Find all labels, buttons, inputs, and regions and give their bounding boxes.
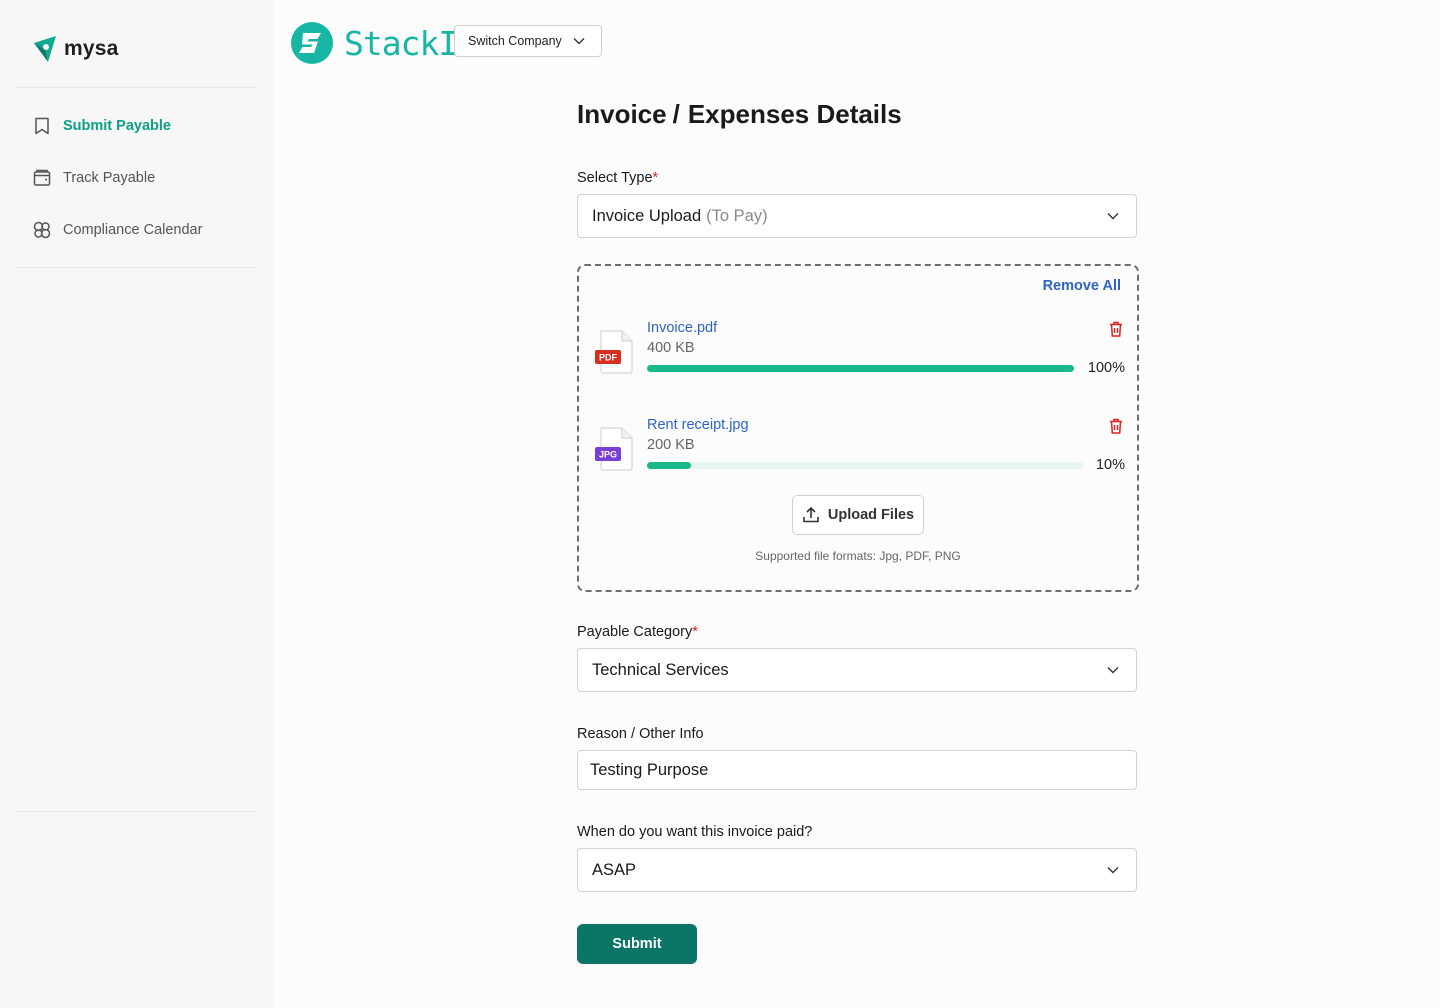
chevron-down-icon: [1107, 213, 1119, 220]
mysa-logo-icon: [34, 36, 56, 62]
svg-text:JPG: JPG: [599, 450, 617, 460]
delete-file-icon[interactable]: [1107, 320, 1125, 338]
jpg-file-icon: JPG: [595, 427, 633, 471]
page-title: Invoice / Expenses Details: [577, 99, 902, 130]
file-size: 200 KB: [647, 437, 695, 453]
reason-input[interactable]: [577, 750, 1137, 790]
sidebar-item-submit-payable[interactable]: Submit Payable: [16, 100, 256, 152]
sidebar-item-compliance-calendar[interactable]: Compliance Calendar: [16, 204, 256, 256]
sidebar-nav: Submit Payable Track Payable Compliance …: [16, 100, 256, 256]
upload-icon: [803, 506, 819, 523]
file-size: 400 KB: [647, 340, 695, 356]
chevron-down-icon: [573, 38, 585, 45]
switch-company-button[interactable]: Switch Company: [454, 25, 602, 57]
upload-progress-bar: [647, 462, 1083, 469]
required-mark: *: [692, 624, 698, 640]
upload-progress-percent: 100%: [1087, 360, 1125, 376]
payable-category-dropdown[interactable]: Technical Services: [577, 648, 1137, 692]
payable-category-value: Technical Services: [592, 660, 729, 679]
sidebar-item-label: Track Payable: [63, 170, 156, 186]
svg-text:PDF: PDF: [599, 353, 618, 363]
uploaded-file-item: PDF Invoice.pdf 400 KB 100%: [595, 320, 1125, 400]
payable-category-label-text: Payable Category: [577, 624, 693, 640]
select-type-label: Select Type*: [577, 170, 658, 186]
select-type-value: Invoice Upload: [592, 206, 702, 225]
title-part-expenses: Expenses Details: [687, 99, 902, 129]
payment-timing-value: ASAP: [592, 860, 637, 879]
select-type-dropdown[interactable]: Invoice Upload (To Pay): [577, 194, 1137, 238]
payable-category-label: Payable Category*: [577, 624, 698, 640]
supported-formats-text: Supported file formats: Jpg, PDF, PNG: [755, 549, 961, 563]
bookmark-icon: [35, 117, 49, 135]
mysa-logo[interactable]: mysa: [32, 34, 119, 64]
sidebar-divider: [16, 267, 256, 268]
upload-progress-fill: [647, 462, 691, 469]
sidebar: mysa Submit Payable Track Payable Compli…: [0, 0, 273, 1008]
sidebar-item-label: Compliance Calendar: [63, 222, 203, 238]
calendar-icon: [33, 221, 51, 239]
switch-company-label: Switch Company: [468, 34, 562, 48]
stackit-logo-icon: [291, 22, 333, 64]
upload-progress-fill: [647, 365, 1074, 372]
logo-text: mysa: [64, 37, 119, 60]
delete-file-icon[interactable]: [1107, 417, 1125, 435]
company-brand: StackIt: [290, 21, 477, 65]
sidebar-divider: [16, 811, 256, 812]
file-name[interactable]: Invoice.pdf: [647, 320, 717, 336]
upload-files-label: Upload Files: [827, 507, 915, 523]
select-type-value-suffix: (To Pay): [706, 206, 768, 225]
upload-files-button[interactable]: Upload Files: [792, 495, 924, 535]
uploaded-file-item: JPG Rent receipt.jpg 200 KB 10%: [595, 417, 1125, 497]
pdf-file-icon: PDF: [595, 330, 633, 374]
select-type-label-text: Select Type: [577, 170, 653, 186]
chevron-down-icon: [1107, 867, 1119, 874]
file-name[interactable]: Rent receipt.jpg: [647, 417, 749, 433]
wallet-icon: [33, 169, 51, 186]
sidebar-divider: [16, 87, 256, 88]
sidebar-item-track-payable[interactable]: Track Payable: [16, 152, 256, 204]
upload-progress-percent: 10%: [1095, 457, 1125, 473]
payment-timing-dropdown[interactable]: ASAP: [577, 848, 1137, 892]
remove-all-button[interactable]: Remove All: [1043, 278, 1121, 294]
payment-timing-label: When do you want this invoice paid?: [577, 824, 813, 840]
file-upload-dropzone[interactable]: Remove All PDF Invoice.pdf 400 KB 100% J…: [577, 264, 1139, 592]
title-separator: /: [672, 99, 680, 129]
submit-button[interactable]: Submit: [577, 924, 697, 964]
reason-label: Reason / Other Info: [577, 726, 704, 742]
sidebar-item-label: Submit Payable: [63, 118, 171, 134]
title-part-invoice: Invoice: [577, 99, 667, 129]
upload-progress-bar: [647, 365, 1074, 372]
required-mark: *: [652, 170, 659, 186]
chevron-down-icon: [1107, 667, 1119, 674]
